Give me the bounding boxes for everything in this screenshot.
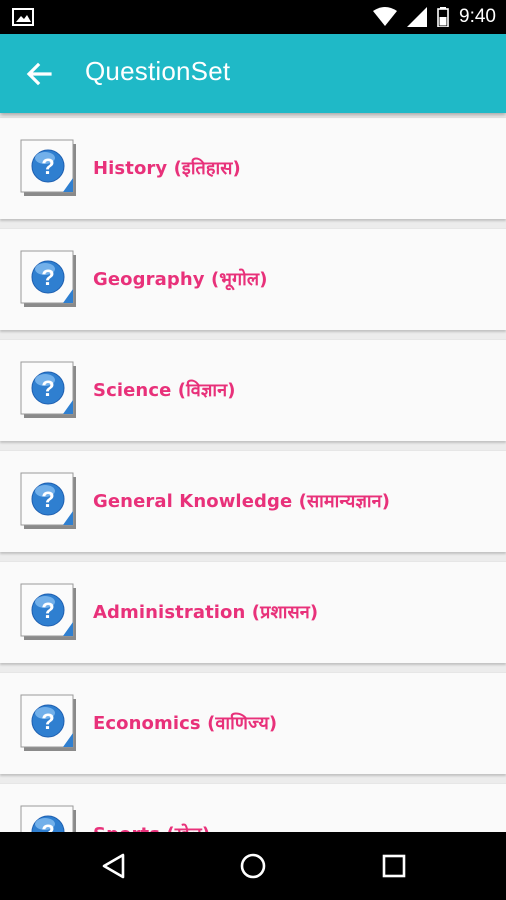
status-bar: 9:40: [0, 0, 506, 34]
navigation-bar: [0, 832, 506, 900]
svg-text:?: ?: [41, 598, 54, 623]
question-document-icon: ?: [20, 139, 76, 196]
question-set-label: General Knowledge (सामान्यज्ञान): [93, 491, 391, 512]
question-document-icon: ?: [20, 361, 76, 418]
back-triangle-icon[interactable]: [98, 850, 130, 882]
question-document-icon: ?: [20, 694, 76, 751]
question-document-icon: ?: [20, 805, 76, 832]
question-set-item-geography[interactable]: ? Geography (भूगोल): [0, 228, 506, 330]
question-set-item-sports[interactable]: ? Sports (खेल): [0, 783, 506, 832]
battery-icon: [437, 7, 449, 27]
arrow-left-icon[interactable]: [24, 60, 54, 88]
svg-text:?: ?: [41, 376, 54, 401]
status-icons: 9:40: [373, 0, 496, 34]
wifi-icon: [373, 7, 398, 26]
cell-signal-icon: [407, 7, 428, 27]
status-time: 9:40: [459, 6, 496, 27]
question-document-icon: ?: [20, 250, 76, 307]
question-set-list[interactable]: ? History (इतिहास) ? Geography (भूगोल) ?…: [0, 113, 506, 832]
question-set-label: Sports (खेल): [93, 822, 210, 832]
svg-text:?: ?: [41, 487, 54, 512]
question-set-item-science[interactable]: ? Science (विज्ञान): [0, 339, 506, 441]
svg-text:?: ?: [41, 709, 54, 734]
svg-text:?: ?: [41, 154, 54, 179]
question-set-label: Economics (वाणिज्य): [93, 713, 278, 734]
question-set-label: Geography (भूगोल): [93, 269, 268, 290]
question-set-label: History (इतिहास): [93, 158, 241, 179]
question-set-item-general-knowledge[interactable]: ? General Knowledge (सामान्यज्ञान): [0, 450, 506, 552]
question-document-icon: ?: [20, 472, 76, 529]
question-set-item-history[interactable]: ? History (इतिहास): [0, 117, 506, 219]
question-set-label: Science (विज्ञान): [93, 380, 236, 401]
svg-text:?: ?: [41, 265, 54, 290]
question-set-item-administration[interactable]: ? Administration (प्रशासन): [0, 561, 506, 663]
recents-square-icon[interactable]: [378, 850, 410, 882]
home-circle-icon[interactable]: [237, 850, 269, 882]
svg-text:?: ?: [41, 820, 54, 832]
question-document-icon: ?: [20, 583, 76, 640]
app-bar: QuestionSet: [0, 34, 506, 113]
page-title: QuestionSet: [85, 56, 231, 86]
image-notification-icon: [12, 8, 34, 26]
question-set-label: Administration (प्रशासन): [93, 602, 319, 623]
question-set-item-economics[interactable]: ? Economics (वाणिज्य): [0, 672, 506, 774]
